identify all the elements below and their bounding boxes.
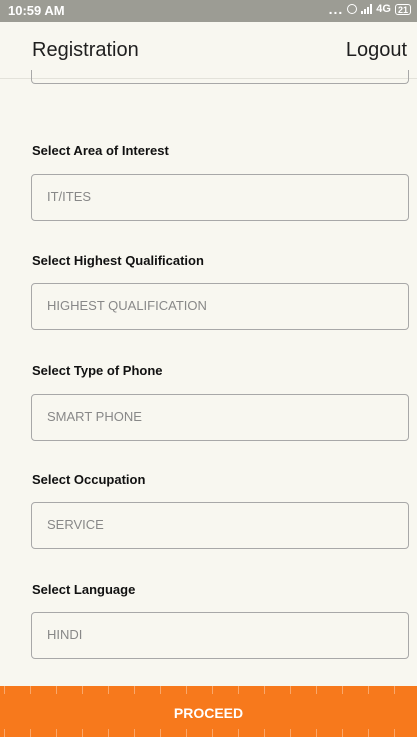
proceed-label: PROCEED — [173, 705, 244, 721]
area-of-interest-label: Select Area of Interest — [32, 143, 169, 158]
alarm-icon — [347, 4, 358, 14]
page-title: Registration — [32, 39, 139, 61]
qualification-label: Select Highest Qualification — [32, 253, 204, 268]
status-bar: 10:59 AM ... 4G 21 — [0, 0, 417, 22]
previous-field-partial[interactable] — [31, 70, 409, 84]
more-dots-icon: ... — [328, 1, 344, 17]
status-icons: ... 4G 21 — [329, 2, 411, 16]
battery-icon: 21 — [394, 3, 411, 15]
logout-button[interactable]: Logout — [346, 39, 407, 62]
phone-type-select[interactable]: SMART PHONE — [31, 394, 409, 441]
area-of-interest-select[interactable]: IT/ITES — [31, 174, 409, 221]
occupation-label: Select Occupation — [32, 472, 146, 487]
proceed-button[interactable]: PROCEED — [0, 686, 417, 737]
signal-icon — [361, 4, 373, 14]
network-type: 4G — [376, 3, 391, 15]
language-label: Select Language — [32, 582, 136, 597]
qualification-select[interactable]: HIGHEST QUALIFICATION — [31, 283, 409, 330]
phone-type-label: Select Type of Phone — [32, 363, 163, 378]
language-select[interactable]: HINDI — [31, 612, 409, 659]
occupation-select[interactable]: SERVICE — [31, 502, 409, 549]
status-time: 10:59 AM — [8, 3, 65, 18]
